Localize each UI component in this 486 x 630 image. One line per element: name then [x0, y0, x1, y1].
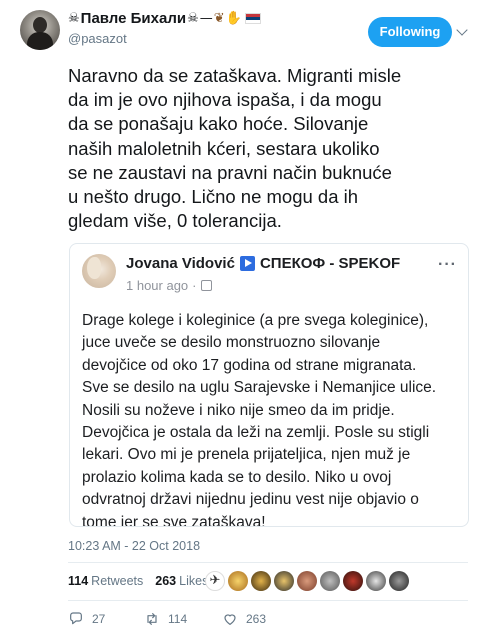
liker-avatar[interactable]: [343, 571, 363, 591]
card-line: prolazio kolima kada se to desilo. Niko …: [82, 468, 392, 486]
card-body: Drage kolege i koleginice (a pre svega k…: [82, 310, 462, 527]
like-button[interactable]: 263: [222, 611, 266, 627]
serbia-flag-icon: [244, 13, 261, 24]
tweet-timestamp[interactable]: 10:23 AM - 22 Oct 2018: [68, 539, 200, 553]
likes-label: Likes: [179, 574, 209, 588]
liker-avatar[interactable]: [320, 571, 340, 591]
liker-avatar[interactable]: ✈: [205, 571, 225, 591]
username[interactable]: @pasazot: [68, 31, 127, 46]
card-author: Jovana Vidović: [126, 255, 235, 272]
card-line: Sve se desilo na uglu Sarajevske i Neman…: [82, 379, 437, 397]
avatar[interactable]: [20, 10, 60, 50]
card-line: devojčice od oko 17 godina od strane mig…: [82, 356, 417, 374]
liker-avatar[interactable]: [274, 571, 294, 591]
card-line: lekari. Ovo mi je prenela prijateljica, …: [82, 446, 411, 464]
card-line: odvratnoj državi nijednu jedinu vest nij…: [82, 491, 419, 509]
likes-stat[interactable]: 263 Likes: [155, 574, 208, 588]
more-options-icon: ···: [438, 256, 457, 273]
card-line: Drage kolege i koleginice (a pre svega k…: [82, 312, 429, 329]
display-name-text: Павле Бихали: [80, 10, 187, 27]
liker-avatar[interactable]: [366, 571, 386, 591]
retweet-icon: [147, 613, 157, 625]
dash-icon: —: [199, 11, 213, 26]
divider: [68, 600, 468, 601]
card-line: tome jer se sve zataškava!: [82, 513, 266, 527]
card-time-line: 1 hour ago ·: [126, 278, 212, 293]
liker-avatar[interactable]: [228, 571, 248, 591]
tweet-header: ☠ Павле Бихали ☠ — ❦ ✋ @pasazot Followin…: [0, 0, 486, 60]
retweet-button[interactable]: 114: [144, 611, 222, 627]
tweet-line: naših maloletnih kćeri, sestara ukoliko: [68, 137, 380, 159]
tweet-line: da im je ovo njihova ispaša, i da mogu: [68, 89, 382, 111]
liker-avatar[interactable]: [251, 571, 271, 591]
tweet-line: se ne zaustavi na pravni način buknuće: [68, 161, 392, 183]
tweet-actions: 27 114 263: [68, 610, 266, 628]
heart-icon: [224, 614, 236, 625]
retweet-count: 114: [168, 612, 188, 626]
tweet-stats: 114 Retweets 263 Likes: [68, 570, 220, 592]
tweet-line: Naravno da se zataškava. Migranti misle: [68, 65, 402, 86]
retweets-stat[interactable]: 114 Retweets: [68, 574, 143, 588]
chevron-down-icon[interactable]: [456, 24, 468, 36]
paw-prints-icon: ❦: [213, 11, 225, 26]
retweets-count: 114: [68, 574, 89, 588]
card-author-line: Jovana Vidović СПЕКОФ - SPEKOF: [126, 255, 400, 272]
tweet-text: Naravno da se zataškava. Migranti misle …: [68, 64, 468, 233]
reply-button[interactable]: 27: [68, 611, 144, 627]
following-button[interactable]: Following: [368, 17, 452, 47]
card-line: juce uveče se desilo monstruozno silovan…: [82, 334, 381, 352]
liker-avatars: ✈: [205, 571, 409, 591]
reply-icon: [70, 612, 82, 625]
globe-icon: [200, 280, 212, 291]
card-time: 1 hour ago: [126, 278, 189, 293]
card-line: Nosili su noževe i niko nije smeo da im …: [82, 401, 395, 419]
tweet-line: da se ponašaju kako hoće. Silovanje: [68, 113, 369, 135]
card-separator: ·: [192, 278, 197, 293]
raised-hand-icon: ✋: [225, 11, 242, 26]
embedded-post-image[interactable]: Jovana Vidović СПЕКОФ - SPEKOF 1 hour ag…: [69, 243, 469, 527]
retweets-label: Retweets: [91, 574, 144, 588]
liker-avatar[interactable]: [389, 571, 409, 591]
skull-crossbones-icon: ☠: [187, 11, 199, 26]
tweet-line: u nešto drugo. Lično ne mogu da ih: [68, 186, 359, 208]
tweet-line: gledam više, 0 tolerancija.: [68, 210, 282, 232]
like-count: 263: [246, 612, 267, 626]
card-avatar: [82, 254, 116, 288]
liker-avatar[interactable]: [297, 571, 317, 591]
play-badge-icon: [239, 256, 255, 271]
card-line: Devojčica je ostala da leži na zemlji. P…: [82, 424, 430, 442]
reply-count: 27: [92, 612, 106, 626]
skull-crossbones-icon: ☠: [68, 11, 80, 26]
divider: [68, 562, 468, 563]
likes-count: 263: [155, 574, 177, 588]
card-page: СПЕКОФ - SPEKOF: [259, 255, 401, 272]
display-name[interactable]: ☠ Павле Бихали ☠ — ❦ ✋: [68, 10, 261, 27]
